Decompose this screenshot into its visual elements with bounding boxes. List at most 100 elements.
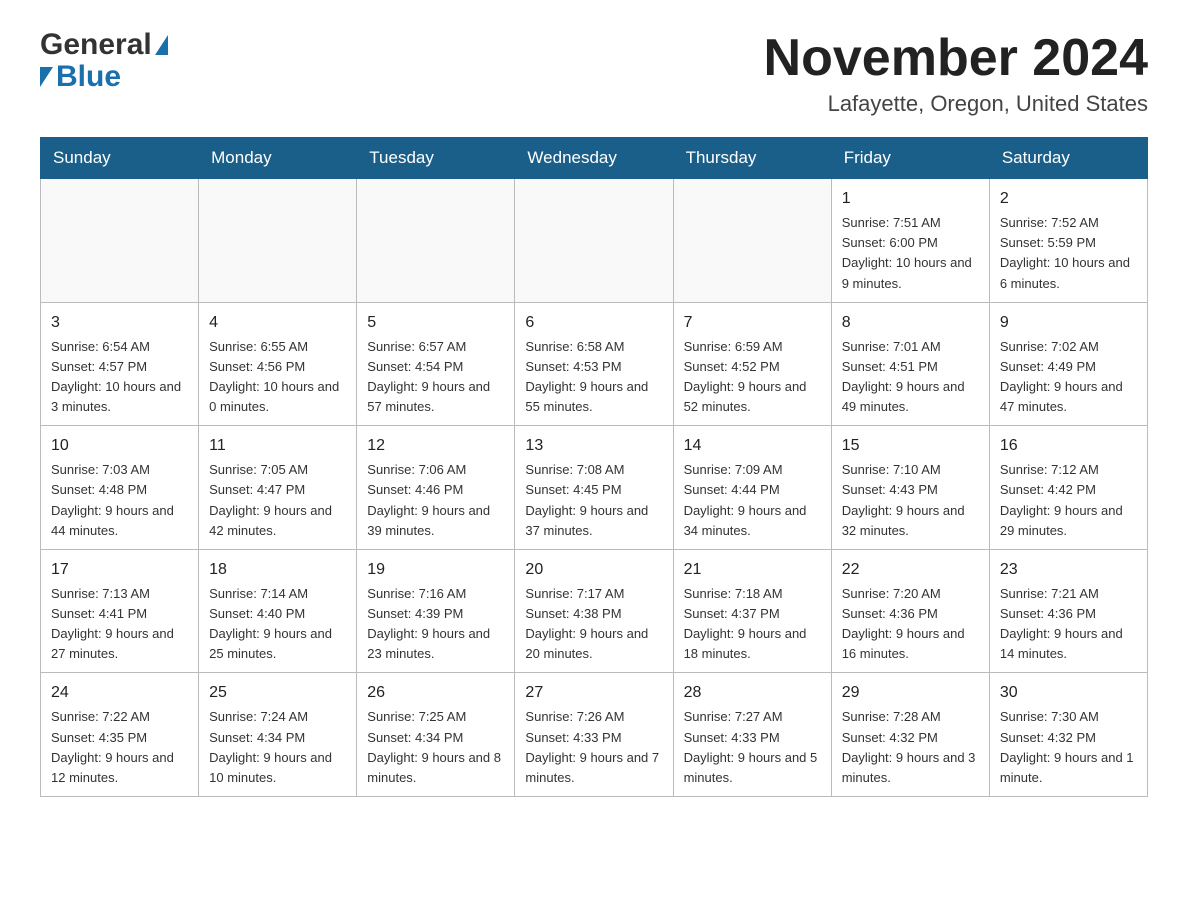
calendar-cell: 3Sunrise: 6:54 AM Sunset: 4:57 PM Daylig… — [41, 302, 199, 426]
calendar-cell: 27Sunrise: 7:26 AM Sunset: 4:33 PM Dayli… — [515, 673, 673, 797]
day-info: Sunrise: 7:01 AM Sunset: 4:51 PM Dayligh… — [842, 337, 979, 418]
day-info: Sunrise: 7:03 AM Sunset: 4:48 PM Dayligh… — [51, 460, 188, 541]
header-monday: Monday — [199, 138, 357, 179]
day-number: 26 — [367, 681, 504, 705]
calendar-row-3: 17Sunrise: 7:13 AM Sunset: 4:41 PM Dayli… — [41, 549, 1148, 673]
day-number: 25 — [209, 681, 346, 705]
logo: General Blue — [40, 30, 168, 94]
day-number: 16 — [1000, 434, 1137, 458]
header-wednesday: Wednesday — [515, 138, 673, 179]
day-number: 10 — [51, 434, 188, 458]
day-info: Sunrise: 7:05 AM Sunset: 4:47 PM Dayligh… — [209, 460, 346, 541]
header-friday: Friday — [831, 138, 989, 179]
day-number: 3 — [51, 311, 188, 335]
day-number: 20 — [525, 558, 662, 582]
calendar-cell: 19Sunrise: 7:16 AM Sunset: 4:39 PM Dayli… — [357, 549, 515, 673]
calendar-cell — [357, 179, 515, 303]
day-info: Sunrise: 7:21 AM Sunset: 4:36 PM Dayligh… — [1000, 584, 1137, 665]
day-info: Sunrise: 7:13 AM Sunset: 4:41 PM Dayligh… — [51, 584, 188, 665]
day-info: Sunrise: 7:27 AM Sunset: 4:33 PM Dayligh… — [684, 707, 821, 788]
day-info: Sunrise: 6:55 AM Sunset: 4:56 PM Dayligh… — [209, 337, 346, 418]
calendar-cell: 25Sunrise: 7:24 AM Sunset: 4:34 PM Dayli… — [199, 673, 357, 797]
day-number: 24 — [51, 681, 188, 705]
day-number: 29 — [842, 681, 979, 705]
day-info: Sunrise: 7:20 AM Sunset: 4:36 PM Dayligh… — [842, 584, 979, 665]
calendar-cell: 10Sunrise: 7:03 AM Sunset: 4:48 PM Dayli… — [41, 426, 199, 550]
calendar-cell: 21Sunrise: 7:18 AM Sunset: 4:37 PM Dayli… — [673, 549, 831, 673]
day-number: 19 — [367, 558, 504, 582]
day-info: Sunrise: 7:02 AM Sunset: 4:49 PM Dayligh… — [1000, 337, 1137, 418]
day-number: 12 — [367, 434, 504, 458]
calendar-cell — [515, 179, 673, 303]
day-info: Sunrise: 7:09 AM Sunset: 4:44 PM Dayligh… — [684, 460, 821, 541]
calendar-cell: 29Sunrise: 7:28 AM Sunset: 4:32 PM Dayli… — [831, 673, 989, 797]
header-saturday: Saturday — [989, 138, 1147, 179]
day-number: 13 — [525, 434, 662, 458]
calendar-cell: 11Sunrise: 7:05 AM Sunset: 4:47 PM Dayli… — [199, 426, 357, 550]
calendar-cell: 22Sunrise: 7:20 AM Sunset: 4:36 PM Dayli… — [831, 549, 989, 673]
calendar-cell: 20Sunrise: 7:17 AM Sunset: 4:38 PM Dayli… — [515, 549, 673, 673]
day-info: Sunrise: 7:52 AM Sunset: 5:59 PM Dayligh… — [1000, 213, 1137, 294]
header-tuesday: Tuesday — [357, 138, 515, 179]
calendar-cell: 30Sunrise: 7:30 AM Sunset: 4:32 PM Dayli… — [989, 673, 1147, 797]
weekday-header-row: Sunday Monday Tuesday Wednesday Thursday… — [41, 138, 1148, 179]
calendar-cell: 12Sunrise: 7:06 AM Sunset: 4:46 PM Dayli… — [357, 426, 515, 550]
day-number: 28 — [684, 681, 821, 705]
calendar-cell: 2Sunrise: 7:52 AM Sunset: 5:59 PM Daylig… — [989, 179, 1147, 303]
header-sunday: Sunday — [41, 138, 199, 179]
day-number: 23 — [1000, 558, 1137, 582]
calendar-cell: 6Sunrise: 6:58 AM Sunset: 4:53 PM Daylig… — [515, 302, 673, 426]
day-number: 22 — [842, 558, 979, 582]
day-info: Sunrise: 6:59 AM Sunset: 4:52 PM Dayligh… — [684, 337, 821, 418]
calendar-cell: 24Sunrise: 7:22 AM Sunset: 4:35 PM Dayli… — [41, 673, 199, 797]
day-info: Sunrise: 6:57 AM Sunset: 4:54 PM Dayligh… — [367, 337, 504, 418]
day-info: Sunrise: 7:08 AM Sunset: 4:45 PM Dayligh… — [525, 460, 662, 541]
calendar-cell: 18Sunrise: 7:14 AM Sunset: 4:40 PM Dayli… — [199, 549, 357, 673]
day-info: Sunrise: 7:18 AM Sunset: 4:37 PM Dayligh… — [684, 584, 821, 665]
title-block: November 2024 Lafayette, Oregon, United … — [764, 30, 1148, 117]
calendar-cell: 28Sunrise: 7:27 AM Sunset: 4:33 PM Dayli… — [673, 673, 831, 797]
calendar-cell: 4Sunrise: 6:55 AM Sunset: 4:56 PM Daylig… — [199, 302, 357, 426]
calendar-cell: 26Sunrise: 7:25 AM Sunset: 4:34 PM Dayli… — [357, 673, 515, 797]
logo-general-text: General — [40, 30, 152, 60]
day-number: 8 — [842, 311, 979, 335]
calendar-row-0: 1Sunrise: 7:51 AM Sunset: 6:00 PM Daylig… — [41, 179, 1148, 303]
calendar-row-2: 10Sunrise: 7:03 AM Sunset: 4:48 PM Dayli… — [41, 426, 1148, 550]
day-info: Sunrise: 7:17 AM Sunset: 4:38 PM Dayligh… — [525, 584, 662, 665]
day-info: Sunrise: 7:12 AM Sunset: 4:42 PM Dayligh… — [1000, 460, 1137, 541]
day-number: 6 — [525, 311, 662, 335]
calendar-cell — [199, 179, 357, 303]
day-info: Sunrise: 7:30 AM Sunset: 4:32 PM Dayligh… — [1000, 707, 1137, 788]
page-header: General Blue November 2024 Lafayette, Or… — [40, 30, 1148, 117]
calendar-cell: 23Sunrise: 7:21 AM Sunset: 4:36 PM Dayli… — [989, 549, 1147, 673]
day-info: Sunrise: 7:24 AM Sunset: 4:34 PM Dayligh… — [209, 707, 346, 788]
day-number: 15 — [842, 434, 979, 458]
calendar-cell: 17Sunrise: 7:13 AM Sunset: 4:41 PM Dayli… — [41, 549, 199, 673]
day-info: Sunrise: 7:10 AM Sunset: 4:43 PM Dayligh… — [842, 460, 979, 541]
calendar-cell — [41, 179, 199, 303]
day-info: Sunrise: 7:26 AM Sunset: 4:33 PM Dayligh… — [525, 707, 662, 788]
day-info: Sunrise: 7:16 AM Sunset: 4:39 PM Dayligh… — [367, 584, 504, 665]
calendar-cell: 1Sunrise: 7:51 AM Sunset: 6:00 PM Daylig… — [831, 179, 989, 303]
calendar-cell: 9Sunrise: 7:02 AM Sunset: 4:49 PM Daylig… — [989, 302, 1147, 426]
calendar-cell: 5Sunrise: 6:57 AM Sunset: 4:54 PM Daylig… — [357, 302, 515, 426]
calendar-table: Sunday Monday Tuesday Wednesday Thursday… — [40, 137, 1148, 797]
calendar-title: November 2024 — [764, 30, 1148, 87]
calendar-cell: 13Sunrise: 7:08 AM Sunset: 4:45 PM Dayli… — [515, 426, 673, 550]
day-number: 17 — [51, 558, 188, 582]
day-number: 4 — [209, 311, 346, 335]
calendar-cell: 7Sunrise: 6:59 AM Sunset: 4:52 PM Daylig… — [673, 302, 831, 426]
day-info: Sunrise: 6:54 AM Sunset: 4:57 PM Dayligh… — [51, 337, 188, 418]
calendar-cell — [673, 179, 831, 303]
day-info: Sunrise: 6:58 AM Sunset: 4:53 PM Dayligh… — [525, 337, 662, 418]
day-number: 27 — [525, 681, 662, 705]
day-number: 7 — [684, 311, 821, 335]
day-number: 1 — [842, 187, 979, 211]
day-number: 9 — [1000, 311, 1137, 335]
day-number: 2 — [1000, 187, 1137, 211]
calendar-row-1: 3Sunrise: 6:54 AM Sunset: 4:57 PM Daylig… — [41, 302, 1148, 426]
day-number: 21 — [684, 558, 821, 582]
calendar-row-4: 24Sunrise: 7:22 AM Sunset: 4:35 PM Dayli… — [41, 673, 1148, 797]
calendar-cell: 16Sunrise: 7:12 AM Sunset: 4:42 PM Dayli… — [989, 426, 1147, 550]
day-info: Sunrise: 7:22 AM Sunset: 4:35 PM Dayligh… — [51, 707, 188, 788]
